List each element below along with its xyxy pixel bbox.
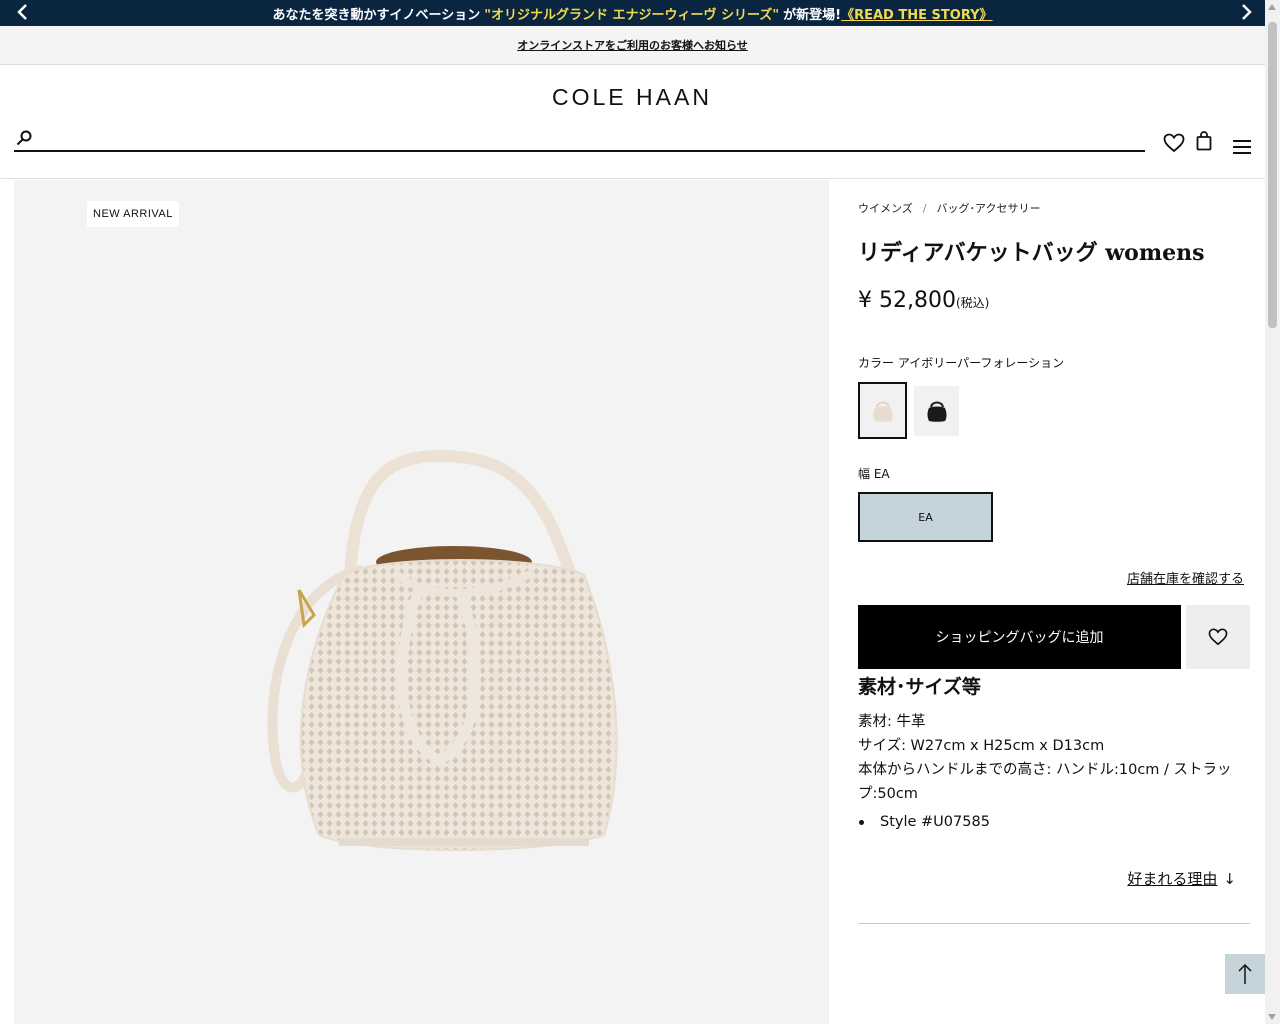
promo-text-after: が新登場! <box>783 7 842 23</box>
divider <box>858 923 1250 924</box>
breadcrumb-bags[interactable]: バッグ･アクセサリー <box>937 202 1041 215</box>
arrow-up-icon <box>1238 963 1252 984</box>
color-swatch-black[interactable] <box>914 386 959 436</box>
back-to-top-button[interactable] <box>1225 954 1265 994</box>
spec-style-number: Style #U07585 <box>858 810 1250 834</box>
check-store-stock-link[interactable]: 店舗在庫を確認する <box>1127 568 1244 587</box>
notice-link[interactable]: オンラインストアをご利用のお客様へお知らせ <box>517 37 748 53</box>
product-gallery[interactable]: NEW ARRIVAL <box>14 180 829 1024</box>
new-arrival-badge: NEW ARRIVAL <box>87 201 179 227</box>
spec-material: 素材: 牛革 <box>858 714 926 730</box>
wishlist-button[interactable] <box>1186 605 1250 669</box>
reasons-link[interactable]: 好まれる理由 ↓ <box>1127 868 1236 889</box>
spec-heading: 素材･サイズ等 <box>858 676 981 698</box>
promo-highlight: "オリジナルグランド エナジーウィーヴ シリーズ" <box>484 7 780 23</box>
chevron-right-icon[interactable] <box>1239 3 1253 26</box>
breadcrumb-womens[interactable]: ウイメンズ <box>858 202 913 215</box>
width-label: 幅 EA <box>858 467 890 481</box>
chevron-left-icon[interactable] <box>16 3 30 26</box>
tax-note: (税込) <box>955 296 990 310</box>
color-label: カラー アイボリーパーフォレーション <box>858 356 1065 370</box>
scroll-up-arrow[interactable] <box>1268 4 1276 10</box>
product-image[interactable] <box>244 450 624 870</box>
promo-read-story-link[interactable]: 《READ THE STORY》 <box>841 4 992 23</box>
reasons-link-label: 好まれる理由 <box>1127 870 1218 888</box>
spec-handle-height: 本体からハンドルまでの高さ: ハンドル:10cm / ストラップ:50cm <box>858 762 1232 802</box>
promo-text: あなたを突き動かすイノベーション <box>272 7 481 23</box>
search-icon[interactable] <box>16 130 32 146</box>
arrow-down-icon: ↓ <box>1223 870 1236 888</box>
width-option-ea[interactable]: EA <box>858 492 993 542</box>
menu-icon[interactable] <box>1233 139 1251 155</box>
logo[interactable]: COLE HAAN <box>552 84 712 111</box>
scrollbar-thumb[interactable] <box>1268 22 1277 328</box>
price-value: ¥ 52,800 <box>858 288 956 313</box>
search-input[interactable] <box>40 128 1140 150</box>
add-to-bag-button[interactable]: ショッピングバッグに追加 <box>858 605 1181 669</box>
black-bag-thumbnail <box>927 401 946 422</box>
scroll-down-arrow[interactable] <box>1268 1014 1276 1020</box>
promo-banner: あなたを突き動かすイノベーション "オリジナルグランド エナジーウィーヴ シリー… <box>0 0 1265 26</box>
breadcrumb-separator: / <box>922 202 927 215</box>
breadcrumb: ウイメンズ / バッグ･アクセサリー <box>858 200 1040 216</box>
search-bar <box>14 128 1145 152</box>
notice-bar: オンラインストアをご利用のお客様へお知らせ <box>0 26 1265 65</box>
heart-icon <box>1208 628 1228 646</box>
shopping-bag-icon[interactable] <box>1196 131 1212 151</box>
spec-list: 素材: 牛革 サイズ: W27cm x H25cm x D13cm 本体からハン… <box>858 710 1250 834</box>
scrollbar[interactable] <box>1265 0 1280 1024</box>
color-swatch-ivory[interactable] <box>858 382 907 439</box>
site-header: COLE HAAN <box>0 65 1265 179</box>
product-title: リディアバケットバッグ womens <box>858 240 1205 266</box>
product-price: ¥ 52,800(税込) <box>858 288 989 313</box>
heart-icon[interactable] <box>1163 133 1185 153</box>
spec-size: サイズ: W27cm x H25cm x D13cm <box>858 738 1105 754</box>
ivory-bag-thumbnail <box>873 401 892 422</box>
